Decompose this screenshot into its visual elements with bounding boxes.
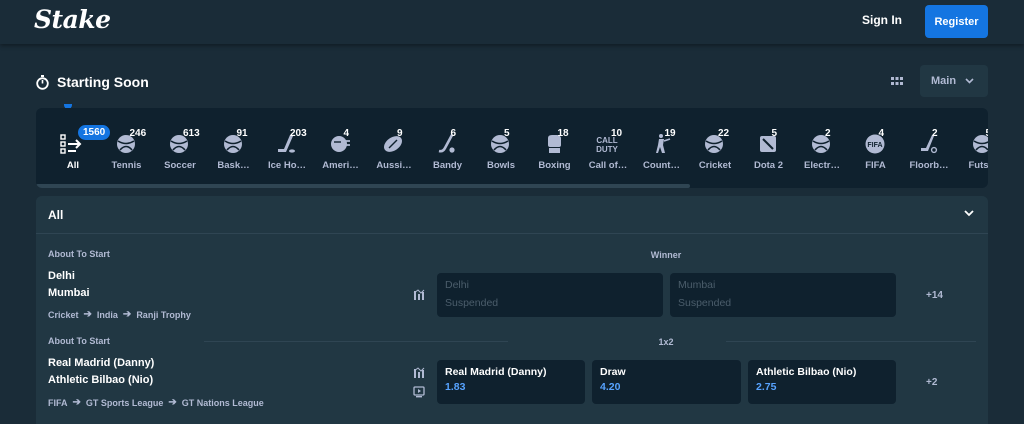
sport-count: 91 xyxy=(236,128,248,139)
fifa-icon: FIFA xyxy=(861,130,889,158)
live-stream-icon[interactable] xyxy=(413,386,425,398)
breadcrumb-sport[interactable]: FIFA xyxy=(48,398,68,408)
outcome-button[interactable]: Real Madrid (Danny) 1.83 xyxy=(437,360,585,404)
register-button[interactable]: Register xyxy=(925,5,988,38)
sport-count: 2 xyxy=(932,128,938,139)
grid-view-icon[interactable] xyxy=(888,74,906,88)
arrow-right-icon: ➔ xyxy=(83,309,92,320)
sport-count: 5 xyxy=(771,128,778,139)
panel-title: All xyxy=(48,208,64,222)
outcome-button[interactable]: Draw 4.20 xyxy=(592,360,741,404)
sport-count: 5 xyxy=(504,128,510,139)
outcome-name: Draw xyxy=(600,366,626,378)
american-football-icon xyxy=(326,130,354,158)
outcome-name: Athletic Bilbao (Nio) xyxy=(756,366,857,378)
market-type-value: Main xyxy=(931,75,957,87)
sport-count: 22 xyxy=(718,128,730,139)
team-away[interactable]: Athletic Bilbao (Nio) xyxy=(48,374,153,386)
outcome-value: 1.83 xyxy=(445,381,466,393)
section-heading: Starting Soon xyxy=(36,72,149,92)
sport-count: 6 xyxy=(450,128,457,139)
breadcrumb-sport[interactable]: Cricket xyxy=(48,310,79,320)
sport-count: 2 xyxy=(825,128,831,139)
sign-in-button[interactable]: Sign In xyxy=(862,13,902,27)
team-away[interactable]: Mumbai xyxy=(48,287,90,299)
team-home[interactable]: Real Madrid (Danny) xyxy=(48,357,154,369)
sport-count: 9 xyxy=(397,128,403,139)
page-title: Starting Soon xyxy=(57,74,149,90)
outcome-value: Suspended xyxy=(445,297,499,309)
chevron-down-icon xyxy=(964,210,974,217)
outcome-value: 4.20 xyxy=(600,381,621,393)
breadcrumb-league[interactable]: GT Nations League xyxy=(182,398,264,408)
sport-count: 4 xyxy=(878,128,885,139)
market-label: Winner xyxy=(650,250,682,260)
arrow-right-icon: ➔ xyxy=(72,397,81,408)
sport-count: 5 xyxy=(986,128,989,139)
breadcrumb: Cricket ➔ India ➔ Ranji Trophy xyxy=(48,309,191,320)
breadcrumb-category[interactable]: GT Sports League xyxy=(86,398,164,408)
outcome-button[interactable]: Mumbai Suspended xyxy=(670,273,896,317)
event-status: About To Start xyxy=(48,249,110,259)
stats-icon[interactable] xyxy=(413,289,425,301)
more-markets-button[interactable]: +14 xyxy=(926,290,943,301)
breadcrumb-league[interactable]: Ranji Trophy xyxy=(136,310,191,320)
outcome-button[interactable]: Delhi Suspended xyxy=(437,273,663,317)
outcome-name: Delhi xyxy=(445,279,469,291)
stake-logo[interactable]: Stake xyxy=(34,5,111,34)
dota-2-icon xyxy=(754,130,782,158)
market-type-select[interactable]: Main xyxy=(920,65,988,97)
sport-count: 203 xyxy=(290,128,307,139)
svg-text:FIFA: FIFA xyxy=(867,142,882,149)
bandy-icon xyxy=(433,130,461,158)
outcome-value: 2.75 xyxy=(756,381,777,393)
sport-count: 18 xyxy=(557,128,569,139)
outcome-name: Real Madrid (Danny) xyxy=(445,366,547,378)
sport-count: 19 xyxy=(664,128,676,139)
outcome-button[interactable]: Athletic Bilbao (Nio) 2.75 xyxy=(748,360,896,404)
arrow-right-icon: ➔ xyxy=(122,309,132,320)
horizontal-scrollbar[interactable] xyxy=(36,184,690,188)
sport-label: Futsal xyxy=(968,160,989,171)
outcome-value: Suspended xyxy=(678,297,732,309)
sports-scroller: 1560 All 246 Tennis 613 Soccer 91 Bask… 203 Ice H… xyxy=(36,108,988,188)
more-markets-button[interactable]: +2 xyxy=(926,377,937,388)
sport-tile[interactable]: 5 Futsal xyxy=(952,108,989,188)
top-navigation-bar: Stake Sign In Register xyxy=(0,0,1024,44)
team-home[interactable]: Delhi xyxy=(48,270,75,282)
sport-count: 4 xyxy=(343,128,350,139)
sport-count: 10 xyxy=(611,128,623,139)
event-status: About To Start xyxy=(48,336,110,346)
divider xyxy=(726,341,976,342)
sport-count: 246 xyxy=(129,128,147,139)
chevron-down-icon xyxy=(965,78,974,84)
stats-icon[interactable] xyxy=(413,367,425,379)
market-label: 1x2 xyxy=(658,337,674,347)
sport-count: 613 xyxy=(183,128,200,139)
svg-text:DUTY: DUTY xyxy=(596,145,618,154)
arrow-right-icon: ➔ xyxy=(168,397,177,408)
panel-header[interactable]: All xyxy=(36,196,988,234)
breadcrumb-category[interactable]: India xyxy=(97,310,118,320)
stopwatch-icon xyxy=(36,74,49,90)
outcome-name: Mumbai xyxy=(678,279,716,291)
events-panel: All About To Start Winner Delhi Mumbai C… xyxy=(36,196,988,424)
breadcrumb: FIFA ➔ GT Sports League ➔ GT Nations Leagu… xyxy=(48,397,264,408)
